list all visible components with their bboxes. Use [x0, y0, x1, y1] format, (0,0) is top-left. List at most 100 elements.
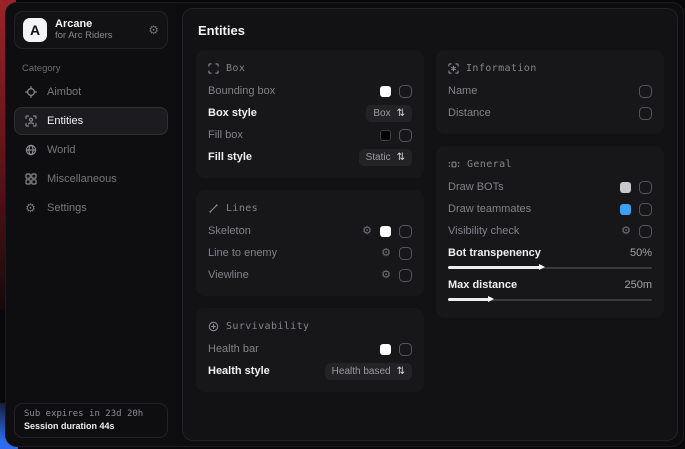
- row-gear-icon[interactable]: ⚙: [621, 226, 631, 237]
- sidebar-item-label: World: [47, 144, 76, 156]
- slider-thumb[interactable]: [488, 296, 494, 302]
- section-title: General: [467, 159, 512, 170]
- sidebar-item-miscellaneous[interactable]: Miscellaneous: [14, 165, 168, 193]
- checkbox-health-bar[interactable]: [399, 343, 412, 356]
- dropdown-value: Static: [366, 152, 391, 163]
- slider-value: 250m: [624, 279, 652, 291]
- section-title: Box: [226, 63, 245, 74]
- updown-arrows-icon: ⇅: [397, 366, 405, 377]
- setting-row-draw-teammates: Draw teammates: [448, 198, 652, 220]
- checkbox-fill-box[interactable]: [399, 129, 412, 142]
- app-name: Arcane: [55, 18, 140, 31]
- page-title: Entities: [198, 23, 664, 38]
- updown-arrows-icon: ⇅: [397, 152, 405, 163]
- setting-label: Bounding box: [208, 85, 275, 97]
- setting-row-skeleton: Skeleton⚙: [208, 220, 412, 242]
- slider-fill: [448, 298, 489, 301]
- slider-row: Bot transpenency 50%: [448, 244, 652, 262]
- settings-column: InformationNameDistanceGeneralDraw BOTsD…: [436, 50, 664, 392]
- settings-column: BoxBounding boxBox styleBox⇅Fill boxFill…: [196, 50, 424, 392]
- color-swatch-health-bar[interactable]: [380, 344, 391, 355]
- row-controls: Static ⇅: [359, 149, 412, 166]
- row-controls: [620, 181, 652, 194]
- app-header-card: A Arcane for Arc Riders ⚙: [14, 11, 168, 49]
- dropdown-health-style[interactable]: Health based⇅: [325, 363, 412, 380]
- section-card-survivability: Survivability Health barHealth styleHealt…: [196, 308, 424, 392]
- slider-track-max-distance[interactable]: [448, 298, 652, 301]
- category-label: Category: [22, 63, 168, 74]
- app-logo: A: [23, 18, 47, 42]
- setting-row-visibility-check: Visibility check⚙: [448, 220, 652, 242]
- sidebar: A Arcane for Arc Riders ⚙ Category Aimbo…: [6, 3, 176, 446]
- row-controls: [380, 129, 412, 142]
- sidebar-item-aimbot[interactable]: Aimbot: [14, 78, 168, 106]
- row-controls: Health based⇅: [325, 363, 412, 380]
- setting-label: Draw teammates: [448, 203, 531, 215]
- checkbox-skeleton[interactable]: [399, 225, 412, 238]
- section-card-box: BoxBounding boxBox styleBox⇅Fill boxFill…: [196, 50, 424, 178]
- section-header: General: [448, 155, 652, 173]
- dropdown-value: Box: [373, 108, 390, 119]
- slider-track-bot-transpenency[interactable]: [448, 266, 652, 269]
- checkbox-viewline[interactable]: [399, 269, 412, 282]
- list-grid-icon: [448, 159, 460, 170]
- row-gear-icon[interactable]: ⚙: [381, 248, 391, 259]
- app-subtitle: for Arc Riders: [55, 31, 140, 42]
- setting-label: Box style: [208, 107, 257, 119]
- gear-icon: ⚙: [24, 202, 37, 214]
- row-controls: [620, 203, 652, 216]
- entities-scan-icon: [24, 115, 37, 127]
- slider-label: Bot transpenency: [448, 247, 541, 259]
- setting-label: Line to enemy: [208, 247, 277, 259]
- sidebar-item-label: Aimbot: [47, 86, 81, 98]
- sidebar-item-label: Miscellaneous: [47, 173, 117, 185]
- checkbox-draw-bots[interactable]: [639, 181, 652, 194]
- globe-icon: [24, 144, 37, 156]
- color-swatch-bounding-box[interactable]: [380, 86, 391, 97]
- row-controls: Box⇅: [366, 105, 412, 122]
- dropdown-box-style[interactable]: Box⇅: [366, 105, 412, 122]
- box-corners-icon: [208, 63, 219, 74]
- color-swatch-draw-bots[interactable]: [620, 182, 631, 193]
- color-swatch-fill-box[interactable]: [380, 130, 391, 141]
- checkbox-draw-teammates[interactable]: [639, 203, 652, 216]
- checkbox-distance[interactable]: [639, 107, 652, 120]
- slider-thumb[interactable]: [539, 264, 545, 270]
- row-gear-icon[interactable]: ⚙: [381, 270, 391, 281]
- setting-label: Fill box: [208, 129, 243, 141]
- setting-row-draw-bots: Draw BOTs: [448, 176, 652, 198]
- checkbox-name[interactable]: [639, 85, 652, 98]
- main-panel: Entities BoxBounding boxBox styleBox⇅Fil…: [182, 8, 678, 441]
- row-gear-icon[interactable]: ⚙: [362, 226, 372, 237]
- section-header: Box: [208, 59, 412, 77]
- checkbox-bounding-box[interactable]: [399, 85, 412, 98]
- header-gear-icon[interactable]: ⚙: [148, 23, 159, 37]
- line-icon: [208, 203, 219, 214]
- row-controls: ⚙: [381, 247, 412, 260]
- sub-expires-text: Sub expires in 23d 20h: [24, 409, 158, 419]
- setting-label: Viewline: [208, 269, 249, 281]
- sidebar-item-entities[interactable]: Entities: [14, 107, 168, 135]
- checkbox-visibility-check[interactable]: [639, 225, 652, 238]
- slider-fill: [448, 266, 540, 269]
- section-header: Survivability: [208, 317, 412, 335]
- row-controls: ⚙: [362, 225, 412, 238]
- slider-value: 50%: [630, 247, 652, 259]
- setting-row-health-style: Health styleHealth based⇅: [208, 360, 412, 382]
- color-swatch-draw-teammates[interactable]: [620, 204, 631, 215]
- setting-row-health-bar: Health bar: [208, 338, 412, 360]
- checkbox-line-to-enemy[interactable]: [399, 247, 412, 260]
- row-controls: [380, 85, 412, 98]
- setting-row-distance: Distance: [448, 102, 652, 124]
- sidebar-item-world[interactable]: World: [14, 136, 168, 164]
- setting-row-bounding-box: Bounding box: [208, 80, 412, 102]
- setting-row-line-to-enemy: Line to enemy ⚙: [208, 242, 412, 264]
- info-scan-icon: [448, 63, 459, 74]
- row-controls: [639, 85, 652, 98]
- sidebar-nav: Aimbot Entities World Miscellaneous ⚙Setting…: [14, 78, 168, 223]
- setting-row-fill-style: Fill styleStatic⇅: [208, 146, 412, 168]
- color-swatch-skeleton[interactable]: [380, 226, 391, 237]
- sidebar-item-settings[interactable]: ⚙Settings: [14, 194, 168, 222]
- dropdown-fill-style[interactable]: Static ⇅: [359, 149, 412, 166]
- section-header: Lines: [208, 199, 412, 217]
